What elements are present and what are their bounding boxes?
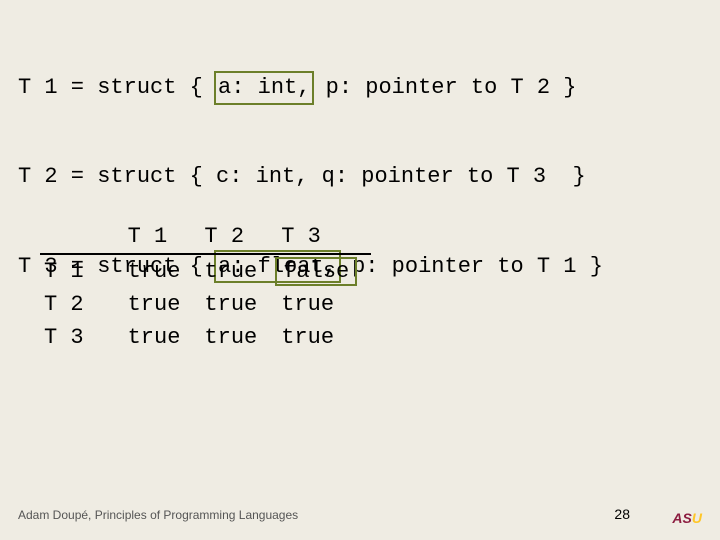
row-label: T 3 <box>40 321 124 354</box>
table-cell: true <box>124 288 201 321</box>
asu-logo: ASU <box>672 510 702 526</box>
code-line-1: T 1 = struct { a: int, p: pointer to T 2… <box>18 73 603 103</box>
equivalence-table: T 1 T 2 T 3 T 1truetruefalseT 2truetruet… <box>40 220 371 354</box>
row-label: T 1 <box>40 254 124 288</box>
code-t3-post: p: pointer to T 1 } <box>339 254 603 279</box>
table-header-empty <box>40 220 124 254</box>
code-line-2: T 2 = struct { c: int, q: pointer to T 3… <box>18 162 603 192</box>
table-row: T 1truetruefalse <box>40 254 371 288</box>
table-cell: true <box>277 288 371 321</box>
table-cell: true <box>200 254 277 288</box>
table-cell: true <box>200 288 277 321</box>
logo-a: A <box>672 510 682 526</box>
footer-text: Adam Doupé, Principles of Programming La… <box>18 508 298 522</box>
highlight-a-int: a: int, <box>214 71 314 105</box>
table-header-row: T 1 T 2 T 3 <box>40 220 371 254</box>
table-row: T 2truetruetrue <box>40 288 371 321</box>
table-cell: true <box>200 321 277 354</box>
page-number: 28 <box>614 506 630 522</box>
table-cell: true <box>277 321 371 354</box>
table-header-t1: T 1 <box>124 220 201 254</box>
table-cell: true <box>124 254 201 288</box>
row-label: T 2 <box>40 288 124 321</box>
table-header-t2: T 2 <box>200 220 277 254</box>
logo-u: U <box>692 510 702 526</box>
table-cell: true <box>124 321 201 354</box>
table-body: T 1truetruefalseT 2truetruetrueT 3truetr… <box>40 254 371 354</box>
logo-s: S <box>683 510 692 526</box>
table-row: T 3truetruetrue <box>40 321 371 354</box>
table-cell: false <box>277 254 371 288</box>
highlight-false-cell: false <box>275 257 357 286</box>
code-t1-post: p: pointer to T 2 } <box>312 75 576 100</box>
code-t1-pre: T 1 = struct { <box>18 75 216 100</box>
table-header-t3: T 3 <box>277 220 371 254</box>
